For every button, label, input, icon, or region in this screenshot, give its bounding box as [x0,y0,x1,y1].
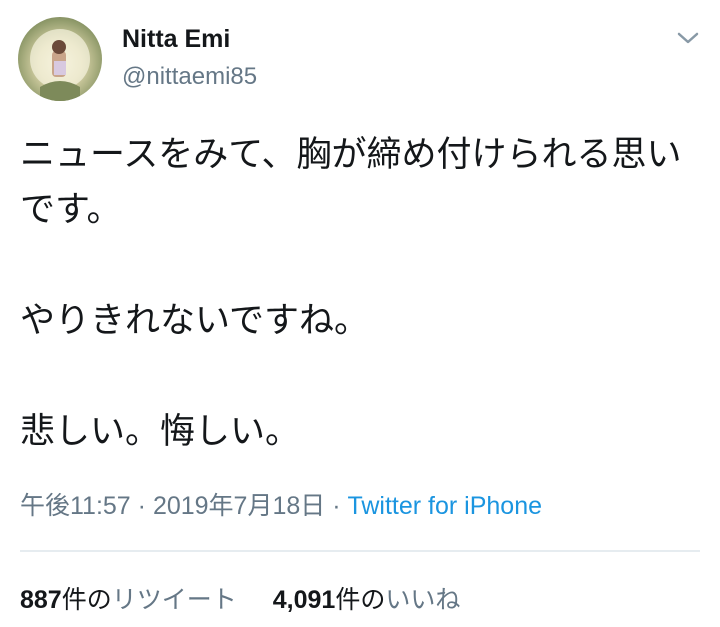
retweet-count: 887 [20,586,62,614]
tweet-date[interactable]: 2019年7月18日 [153,492,325,520]
like-count: 4,091 [272,586,336,614]
tweet-paragraph: 悲しい。悔しい。 [20,412,301,452]
tweet-paragraph: やりきれないですね。 [20,301,369,341]
like-unit: 件の [335,586,386,614]
like-label: いいね [385,586,461,614]
meta-separator: · [130,492,153,520]
divider [20,550,700,552]
chevron-down-icon[interactable] [676,30,700,46]
meta-separator: · [325,492,348,520]
tweet-stats: 887件のリツイート 4,091件のいいね [20,580,460,616]
retweet-label: リツイート [111,586,237,614]
likes-stat[interactable]: 4,091件のいいね [273,586,461,614]
retweet-unit: 件の [61,586,112,614]
user-handle[interactable]: @nittaemi85 [122,63,257,91]
tweet-source[interactable]: Twitter for iPhone [347,492,542,520]
retweets-stat[interactable]: 887件のリツイート [20,586,237,614]
tweet-text: ニュースをみて、胸が締め付けられる思いです。 やりきれないですね。 悲しい。悔し… [20,128,710,460]
tweet-meta: 午後11:57 · 2019年7月18日 · Twitter for iPhon… [20,486,542,522]
tweet-paragraph: ニュースをみて、胸が締め付けられる思いです。 [20,135,682,230]
display-name[interactable]: Nitta Emi [122,25,230,54]
tweet-time[interactable]: 午後11:57 [20,492,131,520]
avatar[interactable] [18,17,102,101]
